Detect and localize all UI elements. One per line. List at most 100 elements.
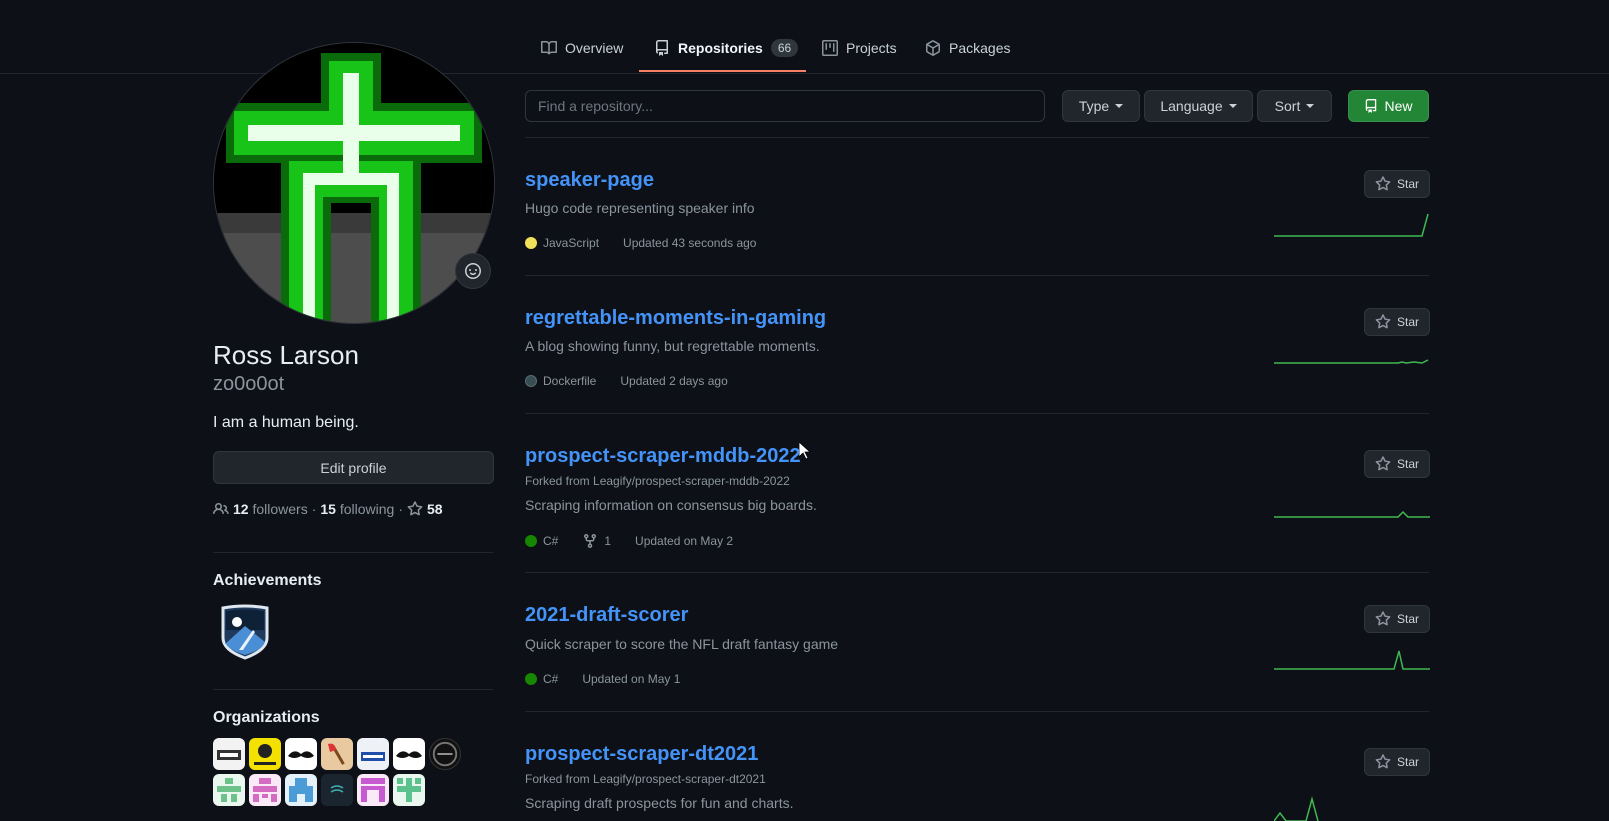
profile-stats: 12 followers · 15 following · 58 [213,501,443,517]
tab-packages[interactable]: Packages [925,36,1010,60]
repo-description: A blog showing funny, but regrettable mo… [525,338,820,354]
avatar-image [214,43,494,323]
smiley-icon [465,263,481,279]
following-link[interactable]: 15 following [320,501,394,517]
tab-repositories[interactable]: Repositories 66 [654,36,799,60]
repo-description: Hugo code representing speaker info [525,200,755,216]
set-status-button[interactable] [455,253,491,289]
org-logo-icon [254,744,276,765]
repo-updated: Updated on May 1 [582,672,681,686]
star-button[interactable]: Star [1364,605,1430,633]
stars-count: 58 [427,501,443,517]
following-count: 15 [320,501,336,517]
project-icon [822,40,838,56]
active-tab-indicator [639,70,806,72]
repo-updated: Updated on May 2 [635,534,734,548]
mustache-icon [396,751,422,758]
tab-overview-label: Overview [565,40,624,56]
package-icon [926,40,940,56]
stats-separator: · [398,501,404,517]
tab-projects[interactable]: Projects [822,36,897,60]
stars-link[interactable]: 58 [407,501,443,517]
star-button[interactable]: Star [1364,450,1430,478]
chevron-down-icon [1306,104,1315,108]
repo-divider [525,711,1429,712]
org-avatar[interactable] [249,774,281,806]
language-filter-label: Language [1160,98,1223,114]
star-button[interactable]: Star [1364,170,1430,198]
identicon-icon [397,778,421,802]
org-avatar[interactable] [393,738,425,770]
repo-language: C# [543,534,559,548]
org-avatar[interactable] [357,738,389,770]
repo-name-link[interactable]: prospect-scraper-dt2021 [525,743,758,766]
star-button[interactable]: Star [1364,308,1430,336]
language-color-dot [525,673,537,685]
axe-icon [328,743,345,765]
org-avatar[interactable] [393,774,425,806]
edit-profile-button[interactable]: Edit profile [213,451,494,484]
repo-divider [525,413,1429,414]
identicon-icon [289,778,313,802]
repo-name-link[interactable]: prospect-scraper-mddb-2022 [525,445,801,468]
repo-forks-count[interactable]: 1 [604,534,611,548]
activity-sparkline [1274,213,1429,237]
organizations-title: Organizations [213,709,320,726]
avatar[interactable] [213,42,495,324]
followers-count: 12 [233,501,249,517]
repo-meta: C# 1 Updated on May 2 [525,533,733,549]
org-logo-icon [432,741,458,767]
sort-label: Sort [1274,98,1301,114]
people-icon [213,502,229,515]
forked-from-text: Forked from Leagify/prospect-scraper-mdd… [525,474,790,488]
repo-meta: JavaScript Updated 43 seconds ago [525,236,756,250]
org-avatar[interactable] [285,738,317,770]
org-avatar[interactable] [249,738,281,770]
org-avatar[interactable] [321,774,353,806]
star-label: Star [1396,755,1419,769]
tab-overview[interactable]: Overview [541,36,623,60]
repo-description: Quick scraper to score the NFL draft fan… [525,636,839,652]
repo-name-link[interactable]: 2021-draft-scorer [525,604,688,627]
divider [213,552,493,553]
language-color-dot [525,375,537,387]
sort-button[interactable]: Sort [1257,90,1332,122]
repo-updated: Updated 2 days ago [620,374,728,388]
fork-icon [584,534,597,549]
org-avatar[interactable] [213,738,245,770]
repo-name-link[interactable]: regrettable-moments-in-gaming [525,307,826,330]
star-icon [1375,754,1391,769]
profile-username: zo0o0ot [213,373,285,395]
org-avatar[interactable] [321,738,353,770]
org-avatar[interactable] [213,774,245,806]
new-repository-button[interactable]: New [1348,90,1429,122]
org-logo-icon [330,785,344,793]
following-label: following [339,501,395,517]
language-color-dot [525,535,537,547]
repo-updated: Updated 43 seconds ago [623,236,757,250]
repo-divider [525,275,1429,276]
org-avatar[interactable] [285,774,317,806]
star-button[interactable]: Star [1364,748,1430,776]
followers-label: followers [252,501,308,517]
find-repository-input[interactable] [525,90,1045,122]
org-avatar[interactable] [357,774,389,806]
chevron-down-icon [1115,104,1124,108]
type-filter-button[interactable]: Type [1062,90,1140,122]
achievement-badge[interactable] [219,604,271,660]
org-logo-icon [217,750,241,760]
language-filter-button[interactable]: Language [1144,90,1253,122]
repo-language: Dockerfile [543,374,597,388]
star-icon [1375,611,1391,626]
repo-icon [1366,99,1377,113]
star-label: Star [1396,315,1419,329]
chevron-down-icon [1228,104,1237,108]
repo-name-link[interactable]: speaker-page [525,169,654,192]
tab-packages-label: Packages [949,40,1011,56]
activity-sparkline [1274,650,1430,670]
divider [213,689,493,690]
repo-description: Scraping draft prospects for fun and cha… [525,795,794,811]
profile-full-name: Ross Larson [213,340,359,370]
org-avatar[interactable] [429,738,461,770]
followers-link[interactable]: 12 followers [233,501,308,517]
